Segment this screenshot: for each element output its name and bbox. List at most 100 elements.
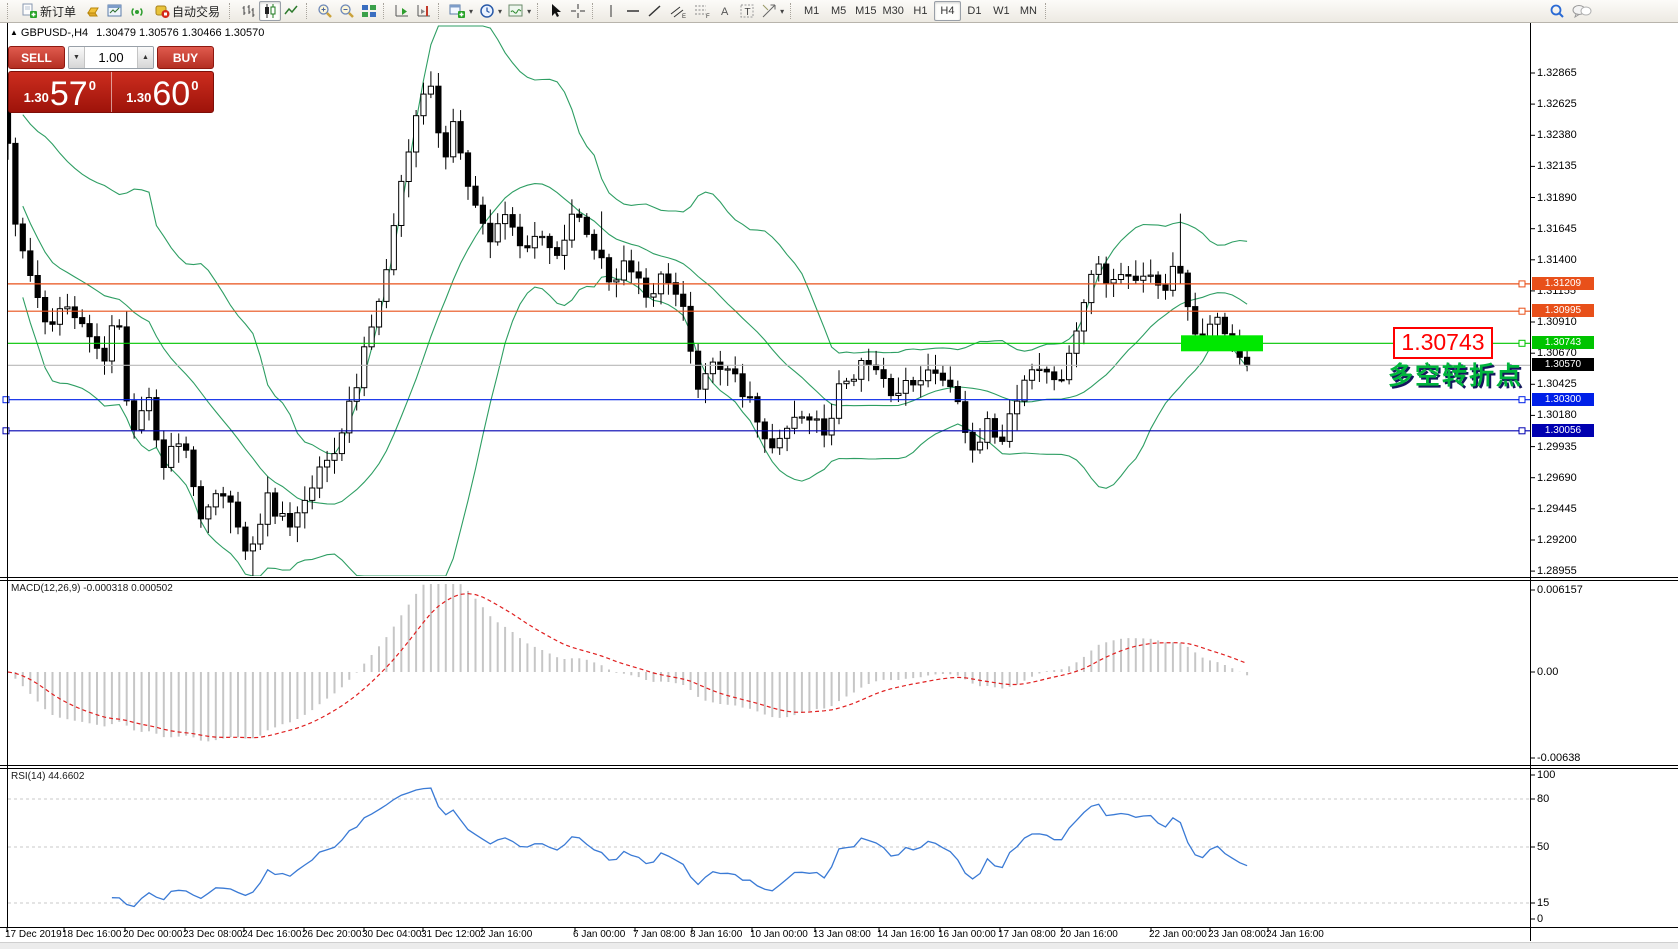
sell-price-point: 0 <box>89 72 96 93</box>
new-order-button[interactable]: 新订单 <box>15 1 82 21</box>
timeframe-m15[interactable]: M15 <box>852 1 879 21</box>
candle-chart-mode-button[interactable] <box>259 1 281 21</box>
signals-button[interactable] <box>126 1 148 21</box>
volume-increase-button[interactable]: ▲ <box>137 47 153 68</box>
trade-price-row: 1.30570 1.30600 <box>8 71 214 113</box>
timeframe-m5[interactable]: M5 <box>825 1 852 21</box>
timeframe-m1[interactable]: M1 <box>798 1 825 21</box>
hline-handle[interactable] <box>3 428 9 434</box>
text-label-tool-button[interactable]: T <box>736 1 758 21</box>
sell-price[interactable]: 1.30570 <box>9 72 111 112</box>
price-chart-svg <box>0 0 1678 949</box>
autotrading-icon <box>154 3 170 19</box>
price-axis-tick: 1.29445 <box>1537 503 1577 515</box>
time-axis-label: 18 Dec 16:00 <box>62 929 122 940</box>
buy-price[interactable]: 1.30600 <box>111 72 214 112</box>
hline-handle[interactable] <box>1519 281 1525 287</box>
timeframe-m30[interactable]: M30 <box>880 1 907 21</box>
horizontal-line-tool-button[interactable] <box>622 1 644 21</box>
quote-ohlc-label: 1.30479 1.30576 1.30466 1.30570 <box>96 27 264 39</box>
fibonacci-tool-button[interactable]: F <box>690 1 714 21</box>
gold-ingot-button[interactable] <box>82 1 104 21</box>
price-tag-1.31209: 1.31209 <box>1532 277 1594 290</box>
time-axis-label: 26 Dec 20:00 <box>302 929 362 940</box>
time-axis-label: 24 Dec 16:00 <box>242 929 302 940</box>
price-axis-tick: 1.29935 <box>1537 441 1577 453</box>
vertical-line-icon <box>603 3 619 19</box>
timeframe-toolbar: M1M5M15M30H1H4D1W1MN <box>798 1 1042 21</box>
vertical-line-tool-button[interactable] <box>600 1 622 21</box>
annotation-text[interactable]: 多空转折点 <box>1300 356 1523 392</box>
mt4-window: 新订单 自动交易 ▾ ▾ ▾ E F A T ▾ <box>0 0 1678 949</box>
sell-button[interactable]: SELL <box>8 46 65 69</box>
time-axis-label: 31 Dec 12:00 <box>421 929 481 940</box>
chevron-down-icon: ▾ <box>527 7 531 16</box>
price-axis-tick: 1.32135 <box>1537 160 1577 172</box>
price-axis-tick: 1.32865 <box>1537 67 1577 79</box>
chart-window-button[interactable] <box>104 1 126 21</box>
autotrading-button[interactable]: 自动交易 <box>148 1 226 21</box>
zoom-in-icon <box>317 3 333 19</box>
triangle-down-icon: ▼ <box>73 54 80 61</box>
arrows-tool-button[interactable]: ▾ <box>758 1 787 21</box>
hline-handle[interactable] <box>1519 340 1525 346</box>
zoom-in-button[interactable] <box>314 1 336 21</box>
periods-button[interactable]: ▾ <box>476 1 505 21</box>
price-callout-box[interactable]: 1.30743 <box>1393 327 1493 359</box>
chart-shift-icon <box>416 3 432 19</box>
indicators-icon <box>449 3 466 19</box>
hline-handle[interactable] <box>1519 397 1525 403</box>
toolbar-grip <box>7 3 12 19</box>
time-axis-label: 23 Jan 08:00 <box>1208 929 1266 940</box>
time-axis-label: 17 Dec 2019 <box>5 929 62 940</box>
search-button[interactable] <box>1546 1 1568 21</box>
time-axis-label: 23 Dec 08:00 <box>183 929 243 940</box>
timeframe-mn[interactable]: MN <box>1015 1 1042 21</box>
time-axis[interactable]: 17 Dec 201918 Dec 16:0020 Dec 00:0023 De… <box>0 929 1678 941</box>
highlight-zone[interactable] <box>1181 335 1263 351</box>
status-bar <box>0 942 1678 949</box>
trendline-icon <box>647 3 663 19</box>
auto-scroll-icon <box>394 3 410 19</box>
hline-handle[interactable] <box>1519 308 1525 314</box>
indicators-button[interactable]: ▾ <box>446 1 476 21</box>
time-axis-label: 10 Jan 00:00 <box>750 929 808 940</box>
bar-chart-mode-button[interactable] <box>237 1 259 21</box>
timeframe-d1[interactable]: D1 <box>961 1 988 21</box>
tile-windows-button[interactable] <box>358 1 380 21</box>
zoom-out-button[interactable] <box>336 1 358 21</box>
price-axis-tick: 1.29200 <box>1537 534 1577 546</box>
buy-button[interactable]: BUY <box>157 46 214 69</box>
fibonacci-icon: F <box>693 3 711 19</box>
collapse-triangle-icon[interactable]: ▲ <box>10 28 18 37</box>
time-axis-label: 6 Jan 00:00 <box>573 929 625 940</box>
price-axis-tick: 1.31645 <box>1537 223 1577 235</box>
crosshair-tool-button[interactable] <box>567 1 589 21</box>
hline-handle[interactable] <box>1519 428 1525 434</box>
chat-button[interactable] <box>1568 1 1596 21</box>
toolbar-grip <box>229 3 234 19</box>
time-axis-label: 16 Jan 00:00 <box>938 929 996 940</box>
rsi-axis-tick: 15 <box>1537 897 1549 909</box>
sell-price-main: 1.30 <box>24 90 49 105</box>
chart-shift-button[interactable] <box>413 1 435 21</box>
volume-input[interactable] <box>85 47 137 68</box>
volume-decrease-button[interactable]: ▼ <box>69 47 85 68</box>
toolbar-grip <box>592 3 597 19</box>
hline-handle[interactable] <box>3 397 9 403</box>
chart-window-icon <box>107 3 123 19</box>
trendline-tool-button[interactable] <box>644 1 666 21</box>
price-tag-1.30056: 1.30056 <box>1532 424 1594 437</box>
text-icon: A <box>717 3 733 19</box>
timeframe-h4[interactable]: H4 <box>934 1 961 21</box>
price-axis-tick: 1.31890 <box>1537 192 1577 204</box>
cursor-tool-button[interactable] <box>545 1 567 21</box>
timeframe-h1[interactable]: H1 <box>907 1 934 21</box>
line-chart-mode-button[interactable] <box>281 1 303 21</box>
channel-tool-button[interactable]: E <box>666 1 690 21</box>
text-tool-button[interactable]: A <box>714 1 736 21</box>
timeframe-w1[interactable]: W1 <box>988 1 1015 21</box>
auto-scroll-button[interactable] <box>391 1 413 21</box>
chevron-down-icon: ▾ <box>780 7 784 16</box>
templates-button[interactable]: ▾ <box>505 1 534 21</box>
